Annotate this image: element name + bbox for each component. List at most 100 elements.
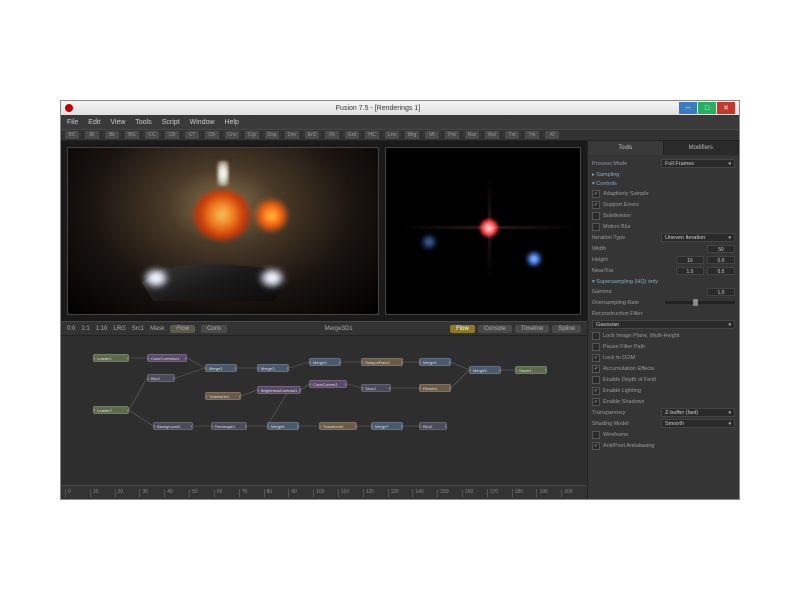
tool-txt[interactable]: Txt: [505, 131, 519, 139]
time-tick[interactable]: 30: [139, 489, 161, 497]
time-tick[interactable]: 100: [313, 489, 335, 497]
time-tick[interactable]: 10: [90, 489, 112, 497]
time-tick[interactable]: 120: [363, 489, 385, 497]
flowbar-item[interactable]: 0:0: [67, 326, 75, 332]
tool-pnt[interactable]: Pnt: [445, 131, 459, 139]
menu-tools[interactable]: Tools: [135, 119, 151, 126]
check-adaptively sample[interactable]: [592, 190, 600, 198]
check[interactable]: [592, 398, 600, 406]
insp-group-controls[interactable]: Controls: [592, 181, 735, 187]
check-motion blur[interactable]: [592, 223, 600, 231]
minimize-button[interactable]: ─: [679, 102, 697, 114]
node-merge7[interactable]: Merge7: [371, 422, 403, 430]
node-background1[interactable]: Background1: [153, 422, 193, 430]
viewer-left[interactable]: [67, 147, 379, 315]
time-tick[interactable]: 140: [412, 489, 434, 497]
node-blur2[interactable]: Blur2: [419, 422, 447, 430]
menu-file[interactable]: File: [67, 119, 78, 126]
time-tick[interactable]: 70: [239, 489, 261, 497]
tool-drv[interactable]: Drv: [285, 131, 299, 139]
viewer-right[interactable]: [385, 147, 581, 315]
tool-cc[interactable]: CC: [145, 131, 159, 139]
check-support errors[interactable]: [592, 201, 600, 209]
tab-tools[interactable]: Tools: [588, 141, 664, 155]
node-merge3[interactable]: Merge3: [309, 358, 341, 366]
close-button[interactable]: ✕: [717, 102, 735, 114]
flowbar-item[interactable]: LRG: [113, 326, 125, 332]
flowbar-tab-cons[interactable]: Cons: [201, 325, 227, 333]
node-loader1[interactable]: Loader1: [93, 354, 129, 362]
time-tick[interactable]: 160: [462, 489, 484, 497]
maximize-button[interactable]: □: [698, 102, 716, 114]
insp-group-sampling[interactable]: Sampling: [592, 172, 735, 178]
param-val[interactable]: 1.0: [676, 267, 704, 275]
check[interactable]: [592, 343, 600, 351]
panel-tab-console[interactable]: Console: [478, 325, 512, 333]
tool-ct[interactable]: CT: [185, 131, 199, 139]
panel-tab-timeline[interactable]: Timeline: [515, 325, 549, 333]
tool-xf[interactable]: Xf: [545, 131, 559, 139]
tool-flt[interactable]: Flt: [325, 131, 339, 139]
check[interactable]: [592, 387, 600, 395]
time-ruler[interactable]: 0102030405060708090100110120130140150160…: [61, 485, 587, 499]
node-rectangle1[interactable]: Rectangle1: [211, 422, 247, 430]
tool-bl[interactable]: Bl: [85, 131, 99, 139]
node-loader2[interactable]: Loader2: [93, 406, 129, 414]
node-brightnesscontrast1[interactable]: BrightnessContrast1: [257, 386, 301, 394]
tool-rct[interactable]: Rct: [485, 131, 499, 139]
time-tick[interactable]: 130: [388, 489, 410, 497]
check[interactable]: [592, 354, 600, 362]
node-merge6[interactable]: Merge6: [267, 422, 299, 430]
time-tick[interactable]: 20: [115, 489, 137, 497]
node-colorcorrector1[interactable]: ColorCorrector1: [147, 354, 187, 362]
node-transform2[interactable]: Transform2: [319, 422, 357, 430]
time-tick[interactable]: 170: [487, 489, 509, 497]
time-tick[interactable]: 200: [561, 489, 583, 497]
menu-help[interactable]: Help: [225, 119, 239, 126]
param-slider[interactable]: [665, 301, 735, 304]
tool-cnv[interactable]: Cnv: [225, 131, 239, 139]
tool-grd[interactable]: Grd: [345, 131, 359, 139]
time-tick[interactable]: 0: [65, 489, 87, 497]
tab-modifiers[interactable]: Modifiers: [664, 141, 740, 155]
tool-mt[interactable]: Mt: [425, 131, 439, 139]
tool-ck[interactable]: CK: [205, 131, 219, 139]
param-val[interactable]: 0.5: [707, 267, 735, 275]
node-blur1[interactable]: Blur1: [147, 374, 175, 382]
node-merge2[interactable]: Merge2: [257, 364, 289, 372]
time-tick[interactable]: 50: [189, 489, 211, 497]
param-val[interactable]: 50: [707, 245, 735, 253]
time-tick[interactable]: 90: [288, 489, 310, 497]
node-resize1[interactable]: Resize1: [419, 384, 451, 392]
tool-crp[interactable]: Crp: [245, 131, 259, 139]
time-tick[interactable]: 190: [536, 489, 558, 497]
flow-node-editor[interactable]: Loader1 Loader2 ColorCorrector1 Blur1 Merge1…: [61, 335, 587, 485]
node-glow1[interactable]: Glow1: [361, 384, 391, 392]
node-colorcurves1[interactable]: ColorCurves1: [309, 380, 347, 388]
tool-mrg[interactable]: Mrg: [405, 131, 419, 139]
check[interactable]: [592, 365, 600, 373]
menu-edit[interactable]: Edit: [88, 119, 100, 126]
node-hotspotflare1[interactable]: HotspotFlare1: [361, 358, 403, 366]
menu-script[interactable]: Script: [162, 119, 180, 126]
node-merge1[interactable]: Merge1: [205, 364, 237, 372]
tool-lns[interactable]: Lns: [385, 131, 399, 139]
check-antialias[interactable]: [592, 442, 600, 450]
node-merge5[interactable]: Merge5: [469, 366, 501, 374]
time-tick[interactable]: 110: [338, 489, 360, 497]
node-saver1[interactable]: Saver1: [515, 366, 547, 374]
iteration-combo[interactable]: Uneven Iteration: [661, 233, 735, 242]
tool-blr[interactable]: Blr: [105, 131, 119, 139]
tool-cb[interactable]: CB: [165, 131, 179, 139]
menu-view[interactable]: View: [110, 119, 125, 126]
param-val[interactable]: 1.0: [707, 288, 735, 296]
tool-hc[interactable]: HC: [365, 131, 379, 139]
check[interactable]: [592, 376, 600, 384]
flowbar-tab-flow[interactable]: Flow: [170, 325, 195, 333]
time-tick[interactable]: 40: [164, 489, 186, 497]
node-merge4[interactable]: Merge4: [419, 358, 451, 366]
tool-bg[interactable]: BG: [125, 131, 139, 139]
time-tick[interactable]: 80: [264, 489, 286, 497]
transparency-combo[interactable]: Z-buffer (fast): [661, 408, 735, 417]
tool-bc[interactable]: BC: [65, 131, 79, 139]
